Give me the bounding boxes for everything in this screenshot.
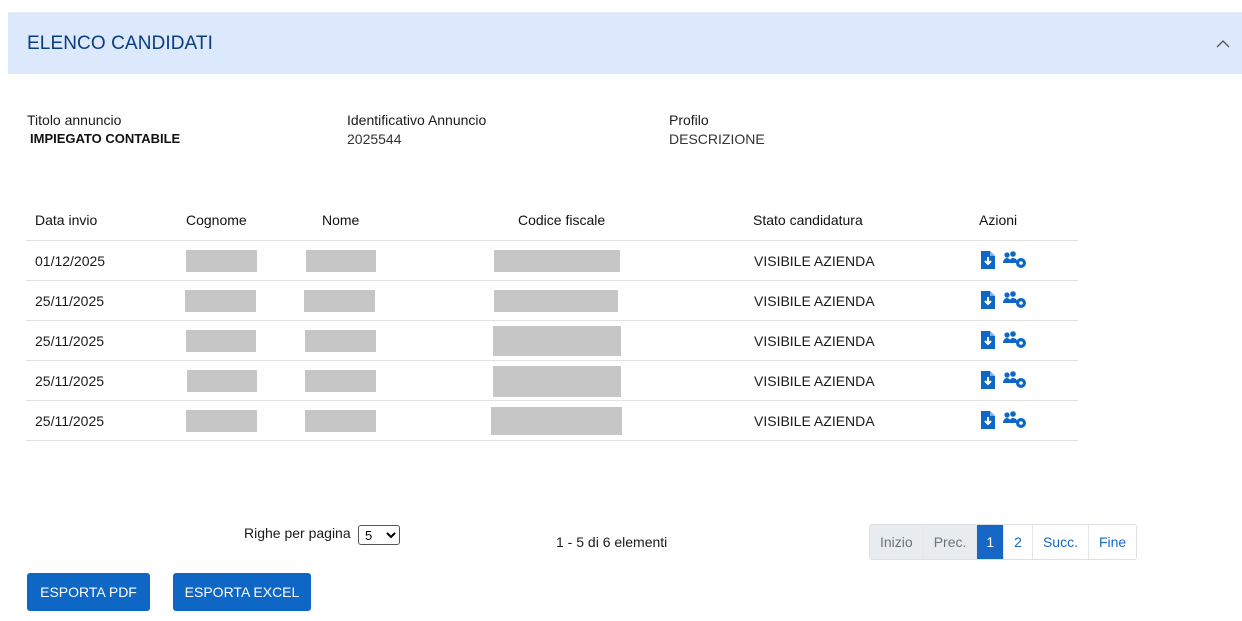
- pagination: Inizio Prec. 1 2 Succ. Fine: [869, 524, 1138, 560]
- page-last-button[interactable]: Fine: [1088, 525, 1137, 559]
- pagination-summary: 1 - 5 di 6 elementi: [556, 534, 668, 550]
- table-row: 25/11/2025 VISIBILE AZIENDA: [26, 361, 1078, 401]
- chevron-up-icon[interactable]: [1214, 35, 1232, 53]
- rows-per-page-label: Righe per pagina: [244, 525, 351, 541]
- titolo-annuncio-value: IMPIEGATO CONTABILE: [30, 131, 181, 146]
- cell-data-invio: 25/11/2025: [35, 293, 105, 309]
- redacted-codice-fiscale: [493, 366, 621, 397]
- redacted-cognome: [187, 370, 257, 392]
- cell-data-invio: 25/11/2025: [35, 333, 105, 349]
- col-codice-fiscale[interactable]: Codice fiscale: [518, 212, 605, 228]
- redacted-nome: [306, 250, 376, 272]
- col-cognome[interactable]: Cognome: [186, 212, 247, 228]
- col-nome[interactable]: Nome: [322, 212, 359, 228]
- identificativo-annuncio-value: 2025544: [347, 131, 402, 147]
- page-prev-button[interactable]: Prec.: [923, 525, 978, 559]
- col-stato-candidatura[interactable]: Stato candidatura: [753, 212, 863, 228]
- download-file-icon[interactable]: [978, 370, 998, 390]
- profilo-label: Profilo: [669, 112, 709, 128]
- download-file-icon[interactable]: [978, 410, 998, 430]
- table-row: 25/11/2025 VISIBILE AZIENDA: [26, 401, 1078, 441]
- cell-data-invio: 01/12/2025: [35, 253, 106, 269]
- panel-header[interactable]: ELENCO CANDIDATI: [8, 12, 1242, 74]
- users-cog-icon[interactable]: [1002, 290, 1028, 310]
- cell-data-invio: 25/11/2025: [35, 413, 105, 429]
- download-file-icon[interactable]: [978, 290, 998, 310]
- cell-stato: VISIBILE AZIENDA: [754, 413, 875, 429]
- redacted-cognome: [186, 410, 257, 432]
- redacted-nome: [305, 370, 376, 392]
- profilo-block: Profilo DESCRIZIONE: [669, 112, 765, 147]
- redacted-codice-fiscale: [493, 326, 621, 356]
- candidates-table: Data invio Cognome Nome Codice fiscale S…: [26, 200, 1078, 441]
- page-first-button[interactable]: Inizio: [870, 525, 924, 559]
- users-cog-icon[interactable]: [1002, 370, 1028, 390]
- identificativo-annuncio-label: Identificativo Annuncio: [347, 112, 487, 128]
- users-cog-icon[interactable]: [1002, 250, 1028, 270]
- table-row: 25/11/2025 VISIBILE AZIENDA: [26, 281, 1078, 321]
- identificativo-annuncio-block: Identificativo Annuncio 2025544: [347, 112, 486, 147]
- table-header: Data invio Cognome Nome Codice fiscale S…: [26, 200, 1078, 241]
- cell-data-invio: 25/11/2025: [35, 373, 105, 389]
- cell-stato: VISIBILE AZIENDA: [754, 373, 875, 389]
- redacted-codice-fiscale: [494, 290, 618, 312]
- export-pdf-button[interactable]: ESPORTA PDF: [27, 573, 150, 611]
- redacted-nome: [304, 290, 375, 312]
- redacted-cognome: [185, 290, 256, 312]
- page-next-button[interactable]: Succ.: [1032, 525, 1089, 559]
- cell-stato: VISIBILE AZIENDA: [754, 293, 875, 309]
- col-azioni: Azioni: [979, 212, 1018, 228]
- redacted-cognome: [186, 250, 257, 272]
- page-1-button[interactable]: 1: [977, 525, 1005, 559]
- cell-stato: VISIBILE AZIENDA: [754, 253, 875, 269]
- panel-title: ELENCO CANDIDATI: [27, 33, 213, 54]
- redacted-nome: [305, 410, 376, 432]
- col-data-invio[interactable]: Data invio: [35, 212, 97, 228]
- titolo-annuncio-label: Titolo annuncio: [27, 112, 122, 128]
- redacted-cognome: [186, 330, 256, 352]
- table-row: 01/12/2025 VISIBILE AZIENDA: [26, 241, 1078, 281]
- users-cog-icon[interactable]: [1002, 410, 1028, 430]
- redacted-codice-fiscale: [494, 250, 620, 272]
- users-cog-icon[interactable]: [1002, 330, 1028, 350]
- titolo-annuncio-block: Titolo annuncio IMPIEGATO CONTABILE: [27, 112, 180, 146]
- redacted-nome: [305, 330, 376, 352]
- redacted-codice-fiscale: [491, 407, 622, 435]
- table-row: 25/11/2025 VISIBILE AZIENDA: [26, 321, 1078, 361]
- download-file-icon[interactable]: [978, 330, 998, 350]
- download-file-icon[interactable]: [978, 250, 998, 270]
- profilo-value: DESCRIZIONE: [669, 131, 765, 147]
- page-2-button[interactable]: 2: [1004, 525, 1033, 559]
- export-excel-button[interactable]: ESPORTA EXCEL: [173, 573, 311, 611]
- rows-per-page-select[interactable]: 5: [358, 525, 400, 545]
- cell-stato: VISIBILE AZIENDA: [754, 333, 875, 349]
